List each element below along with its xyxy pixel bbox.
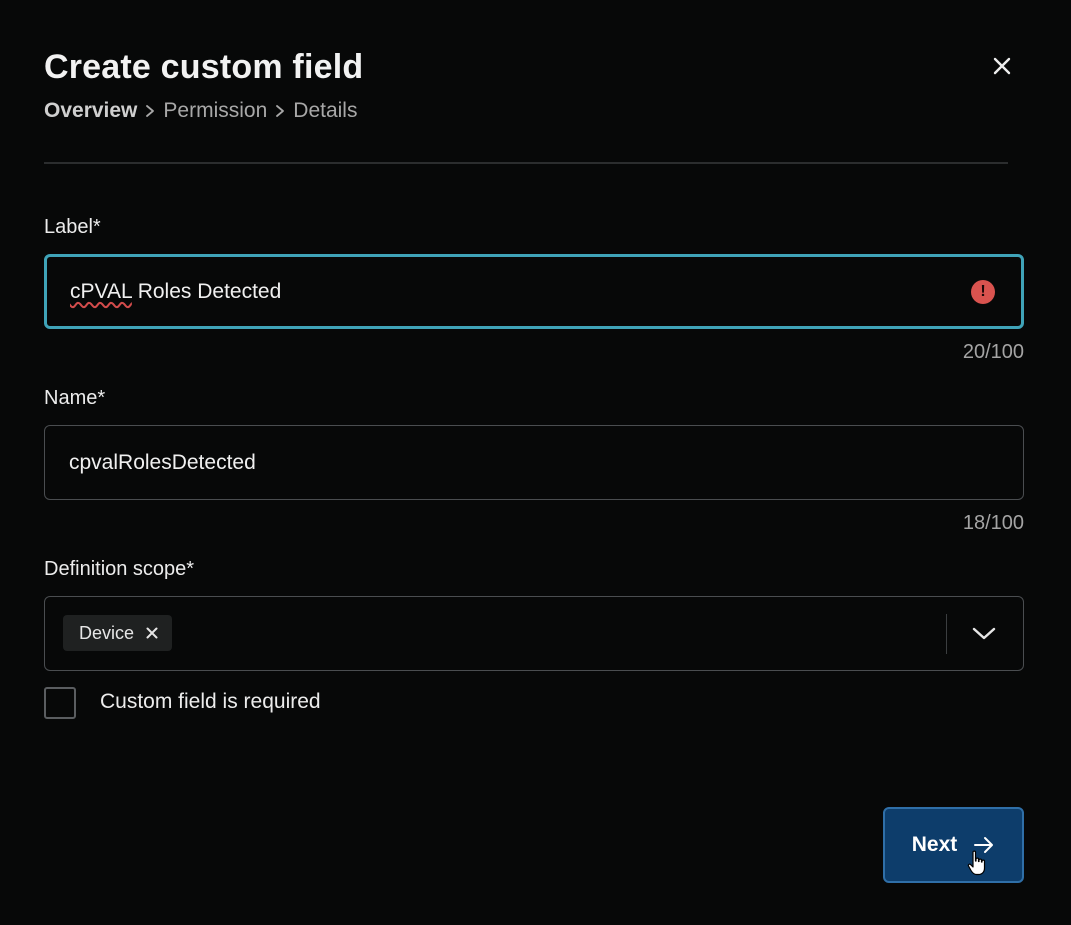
next-button[interactable]: Next — [883, 807, 1024, 883]
dialog-title: Create custom field — [44, 48, 364, 86]
close-icon — [993, 57, 1011, 75]
close-icon — [146, 627, 158, 639]
chevron-right-icon — [273, 104, 287, 118]
breadcrumb-step-permission[interactable]: Permission — [163, 99, 267, 123]
select-separator — [945, 614, 947, 654]
name-input[interactable]: cpvalRolesDetected — [44, 425, 1024, 500]
label-input[interactable]: cPVAL Roles Detected ! — [44, 254, 1024, 329]
scope-field-label: Definition scope* — [44, 558, 195, 580]
scope-multiselect[interactable]: Device — [44, 596, 1024, 671]
chevron-down-icon — [972, 627, 996, 639]
name-char-counter: 18/100 — [962, 512, 1024, 534]
name-input-value: cpvalRolesDetected — [69, 450, 256, 474]
label-input-value: cPVAL Roles Detected — [70, 280, 281, 304]
misspelled-word: cPVAL — [70, 279, 132, 303]
scope-chip-device: Device — [63, 615, 173, 651]
chevron-right-icon — [143, 104, 157, 118]
close-button[interactable] — [986, 50, 1018, 82]
chip-label: Device — [79, 622, 135, 643]
breadcrumb-step-overview[interactable]: Overview — [44, 99, 137, 123]
label-input-value-rest: Roles Detected — [131, 279, 282, 303]
dropdown-toggle-button[interactable] — [969, 619, 999, 649]
error-icon: ! — [971, 279, 995, 304]
header-divider — [44, 162, 1008, 164]
required-checkbox[interactable] — [44, 687, 76, 719]
breadcrumb: Overview Permission Details — [44, 99, 357, 123]
next-button-label: Next — [911, 833, 958, 856]
arrow-right-icon — [974, 837, 994, 853]
required-checkbox-label[interactable]: Custom field is required — [100, 690, 321, 714]
chip-remove-button[interactable] — [144, 625, 160, 641]
create-custom-field-dialog: Create custom field Overview Permission … — [0, 0, 1071, 925]
label-field-label: Label* — [44, 216, 101, 238]
label-char-counter: 20/100 — [962, 341, 1024, 363]
name-field-label: Name* — [44, 387, 106, 409]
breadcrumb-step-details[interactable]: Details — [293, 99, 357, 123]
